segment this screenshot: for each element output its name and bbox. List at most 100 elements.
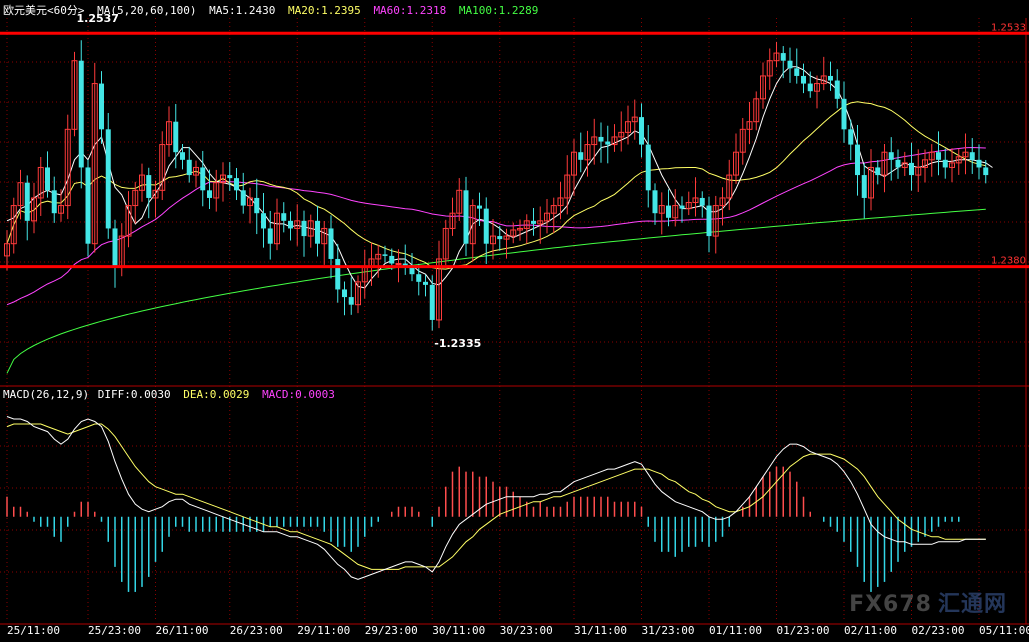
candle-body: [99, 83, 104, 130]
candle: [861, 163, 867, 219]
candle: [361, 249, 368, 299]
candle-body: [598, 136, 604, 142]
candle: [544, 199, 550, 234]
ma5-value: MA5:1.2430: [209, 4, 276, 17]
candle: [307, 214, 314, 248]
candle-body: [105, 129, 111, 229]
candle: [868, 149, 874, 211]
candle: [814, 75, 820, 109]
candle: [787, 47, 793, 83]
candle-body: [801, 75, 806, 84]
level-label: 1.2533: [991, 22, 1026, 33]
candle: [78, 40, 84, 189]
candle-body: [389, 255, 395, 264]
candle: [71, 51, 78, 137]
candle: [321, 220, 328, 265]
candle: [855, 124, 860, 196]
candle: [645, 125, 651, 208]
candle: [828, 61, 833, 91]
x-tick-label: 25/23:00: [88, 624, 141, 637]
candle: [517, 219, 523, 241]
candle-body: [281, 213, 287, 221]
candle-body: [787, 60, 793, 69]
candle-body: [483, 208, 489, 244]
symbol-label: 欧元美元<60分>: [3, 4, 85, 17]
candle: [442, 219, 449, 266]
candle: [166, 106, 172, 157]
x-tick-label: 29/23:00: [365, 624, 418, 637]
candle: [936, 131, 941, 176]
candle-body: [983, 167, 989, 176]
candle-body: [861, 175, 867, 198]
candle: [274, 198, 280, 251]
x-tick-label: 26/11:00: [156, 624, 209, 637]
candle-body: [342, 289, 347, 298]
candle: [611, 124, 618, 152]
candle-body: [200, 167, 206, 191]
candle-body: [888, 152, 894, 160]
candle: [523, 214, 530, 244]
candle: [820, 56, 827, 91]
candle: [105, 112, 111, 239]
price-annotation: -1.2335: [434, 337, 481, 350]
candle: [834, 69, 840, 109]
candle: [928, 144, 935, 177]
candle-body: [497, 236, 503, 240]
candle: [423, 274, 428, 297]
candle-body: [78, 60, 84, 168]
candle-body: [24, 182, 30, 221]
candle: [692, 177, 699, 217]
candle-body: [942, 159, 948, 168]
x-tick-label: 02/23:00: [912, 624, 965, 637]
candle: [557, 181, 564, 220]
diff-line: [6, 416, 986, 580]
candle-body: [794, 68, 800, 76]
chart-root: 1.2533 1.2380 1.2537 -1.2335 25/11:00 25/23…: [0, 0, 1029, 638]
candle-body: [679, 205, 685, 209]
candle: [193, 160, 199, 188]
candle: [247, 187, 253, 224]
candle: [10, 197, 17, 254]
candle-body: [254, 197, 260, 214]
candle: [766, 48, 773, 90]
candle: [605, 125, 611, 164]
candle-body: [423, 281, 428, 285]
candle: [99, 71, 104, 144]
candle: [294, 204, 301, 246]
candle-body: [969, 152, 975, 160]
candle-body: [807, 83, 813, 92]
candle: [685, 191, 692, 216]
candle: [261, 192, 266, 248]
candle: [281, 202, 287, 233]
candle: [382, 245, 388, 263]
dea-value: DEA:0.0029: [183, 388, 250, 401]
candle: [875, 160, 881, 185]
candle-body: [85, 167, 91, 244]
candle-body: [112, 228, 118, 267]
candle-body: [186, 159, 192, 176]
ma100-line: [6, 208, 986, 374]
candle: [699, 191, 705, 218]
ma100-value: MA100:1.2289: [458, 4, 539, 17]
candle: [881, 144, 888, 193]
candle: [962, 133, 969, 175]
candle: [955, 148, 962, 175]
x-tick-label: 30/11:00: [432, 624, 485, 637]
candle: [288, 211, 293, 241]
x-tick-label: 25/11:00: [7, 624, 60, 637]
candle: [456, 178, 463, 221]
candle: [118, 223, 125, 277]
candle: [328, 215, 334, 279]
candle-body: [909, 162, 914, 176]
candle-body: [315, 220, 320, 244]
x-tick-label: 29/11:00: [297, 624, 350, 637]
candle: [85, 159, 91, 257]
candle: [469, 199, 476, 262]
candle: [234, 167, 239, 201]
x-tick-label: 31/11:00: [574, 624, 627, 637]
candle-body: [429, 284, 435, 320]
candle-body: [227, 175, 233, 179]
candle: [888, 137, 894, 181]
candle: [618, 111, 625, 152]
candle: [342, 281, 347, 316]
